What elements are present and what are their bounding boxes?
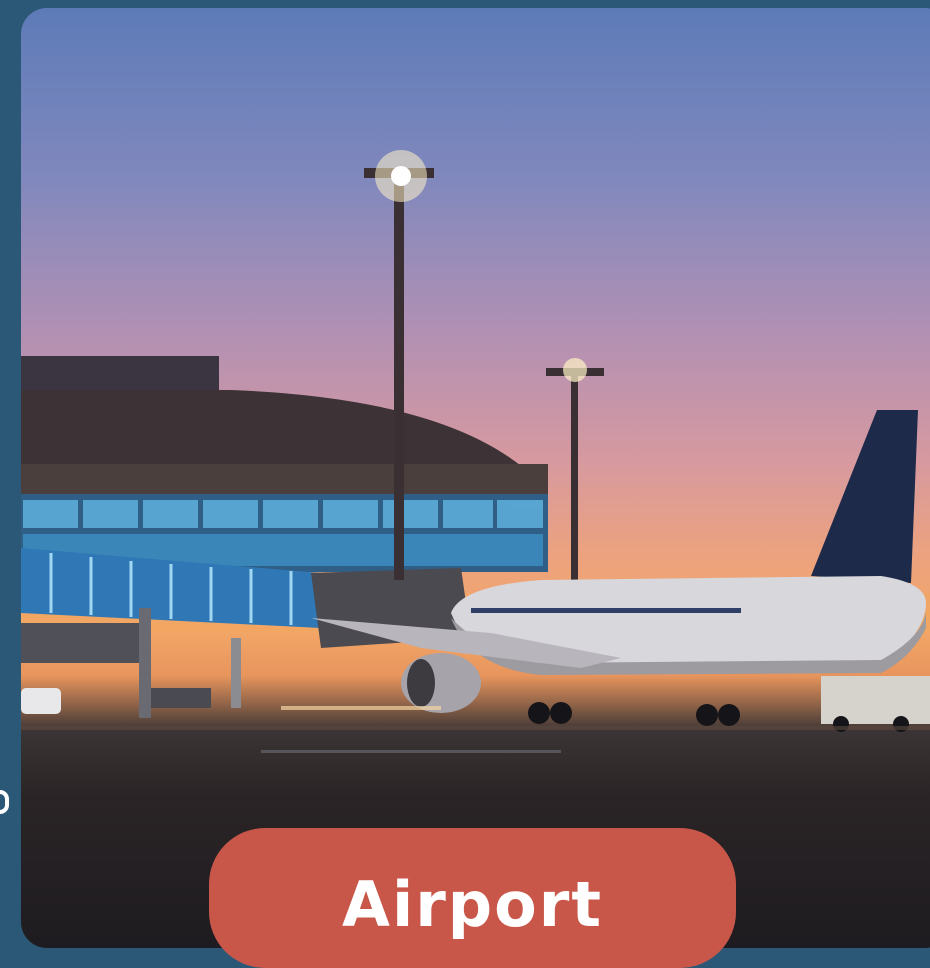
terminal-building (21, 356, 548, 572)
airport-button[interactable]: Airport (209, 828, 736, 968)
tarmac (21, 706, 930, 753)
partial-letter-icon (0, 790, 9, 814)
airport-scene (21, 150, 930, 753)
airport-photo (21, 8, 930, 948)
airport-button-label: Airport (341, 868, 603, 941)
